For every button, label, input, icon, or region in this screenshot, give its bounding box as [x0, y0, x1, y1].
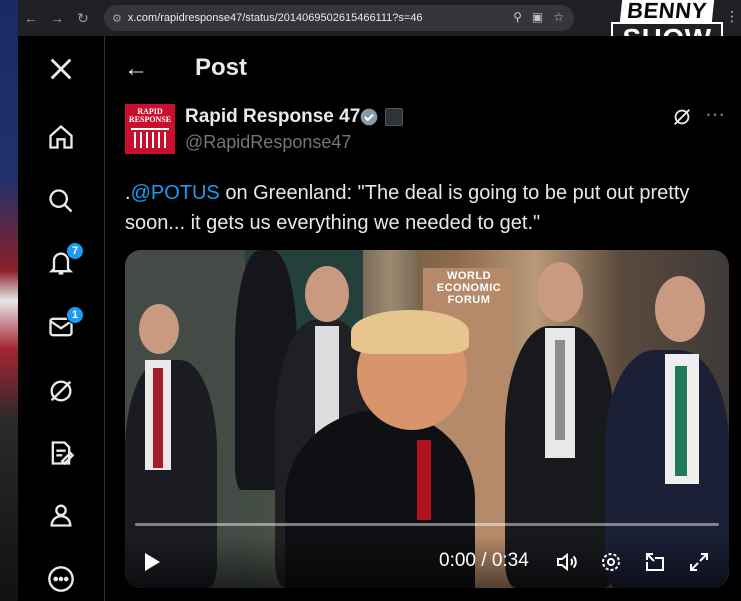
video-player[interactable]: WORLD ECONOMIC FORUM 0:00 / 0:34 — [125, 250, 729, 588]
forward-icon[interactable]: → — [44, 5, 70, 31]
site-info-icon[interactable]: ⚙ — [112, 12, 122, 25]
address-bar[interactable]: ⚙ x.com/rapidresponse47/status/201406950… — [104, 5, 574, 31]
author-name[interactable]: Rapid Response 47 — [185, 106, 360, 128]
picture-in-picture-icon[interactable] — [643, 550, 667, 574]
video-head-center-left — [305, 266, 349, 322]
background-flag-strip — [0, 0, 18, 601]
video-time: 0:00 / 0:34 — [439, 550, 529, 571]
video-progress-bar[interactable] — [135, 523, 719, 526]
zoom-icon[interactable]: ⚲ — [513, 10, 522, 24]
video-head-far-right — [655, 276, 705, 342]
verified-badge-icon — [360, 108, 378, 126]
cast-icon[interactable]: ▣ — [532, 10, 543, 24]
home-icon[interactable] — [42, 118, 80, 156]
logo-line-1: BENNY — [619, 0, 715, 23]
page-title: Post — [195, 54, 248, 81]
avatar[interactable]: RAPID RESPONSE — [125, 104, 175, 154]
mention-link[interactable]: @POTUS — [131, 182, 220, 204]
post-header: ← Post — [105, 36, 741, 100]
x-logo-icon[interactable] — [42, 50, 80, 88]
search-icon[interactable] — [42, 182, 80, 220]
video-tie-far-right — [675, 366, 687, 476]
video-head-right — [537, 262, 583, 322]
video-tie-right — [555, 340, 565, 440]
author-handle[interactable]: @RapidResponse47 — [185, 132, 351, 153]
back-arrow-icon[interactable]: ← — [121, 54, 151, 84]
post-text: .@POTUS on Greenland: "The deal is going… — [125, 178, 735, 238]
post-more-icon[interactable]: ⋯ — [705, 102, 726, 127]
fullscreen-icon[interactable] — [687, 550, 711, 574]
play-icon[interactable] — [143, 552, 161, 572]
url-text: x.com/rapidresponse47/status/20140695026… — [127, 12, 423, 24]
x-sidebar: 7 1 — [18, 36, 104, 601]
profile-icon[interactable] — [42, 496, 80, 534]
video-head-left — [139, 304, 179, 354]
back-icon[interactable]: ← — [18, 5, 44, 31]
browser-menu-icon[interactable]: ⋮ — [725, 8, 739, 25]
messages-icon[interactable]: 1 — [42, 306, 84, 346]
bookmark-star-icon[interactable]: ☆ — [553, 10, 564, 24]
notifications-icon[interactable]: 7 — [42, 242, 84, 282]
reload-icon[interactable]: ↻ — [70, 5, 96, 31]
video-tie-left — [153, 368, 163, 468]
grok-explain-icon[interactable] — [671, 106, 693, 128]
white-house-icon — [131, 128, 169, 150]
video-controls — [125, 536, 729, 588]
affiliation-badge-icon[interactable] — [385, 108, 403, 126]
avatar-text: RAPID RESPONSE — [128, 107, 172, 124]
settings-gear-icon[interactable] — [599, 550, 623, 574]
video-tie-center — [417, 440, 431, 520]
grok-icon[interactable] — [42, 372, 80, 410]
video-wef-text: WORLD ECONOMIC FORUM — [436, 270, 502, 306]
video-hair-center — [351, 310, 469, 354]
notifications-badge: 7 — [66, 242, 84, 260]
compose-icon[interactable] — [42, 434, 80, 472]
post-column: ← Post RAPID RESPONSE Rapid Response 47 … — [104, 36, 741, 601]
messages-badge: 1 — [66, 306, 84, 324]
more-circle-icon[interactable] — [42, 560, 80, 598]
volume-icon[interactable] — [555, 550, 579, 574]
